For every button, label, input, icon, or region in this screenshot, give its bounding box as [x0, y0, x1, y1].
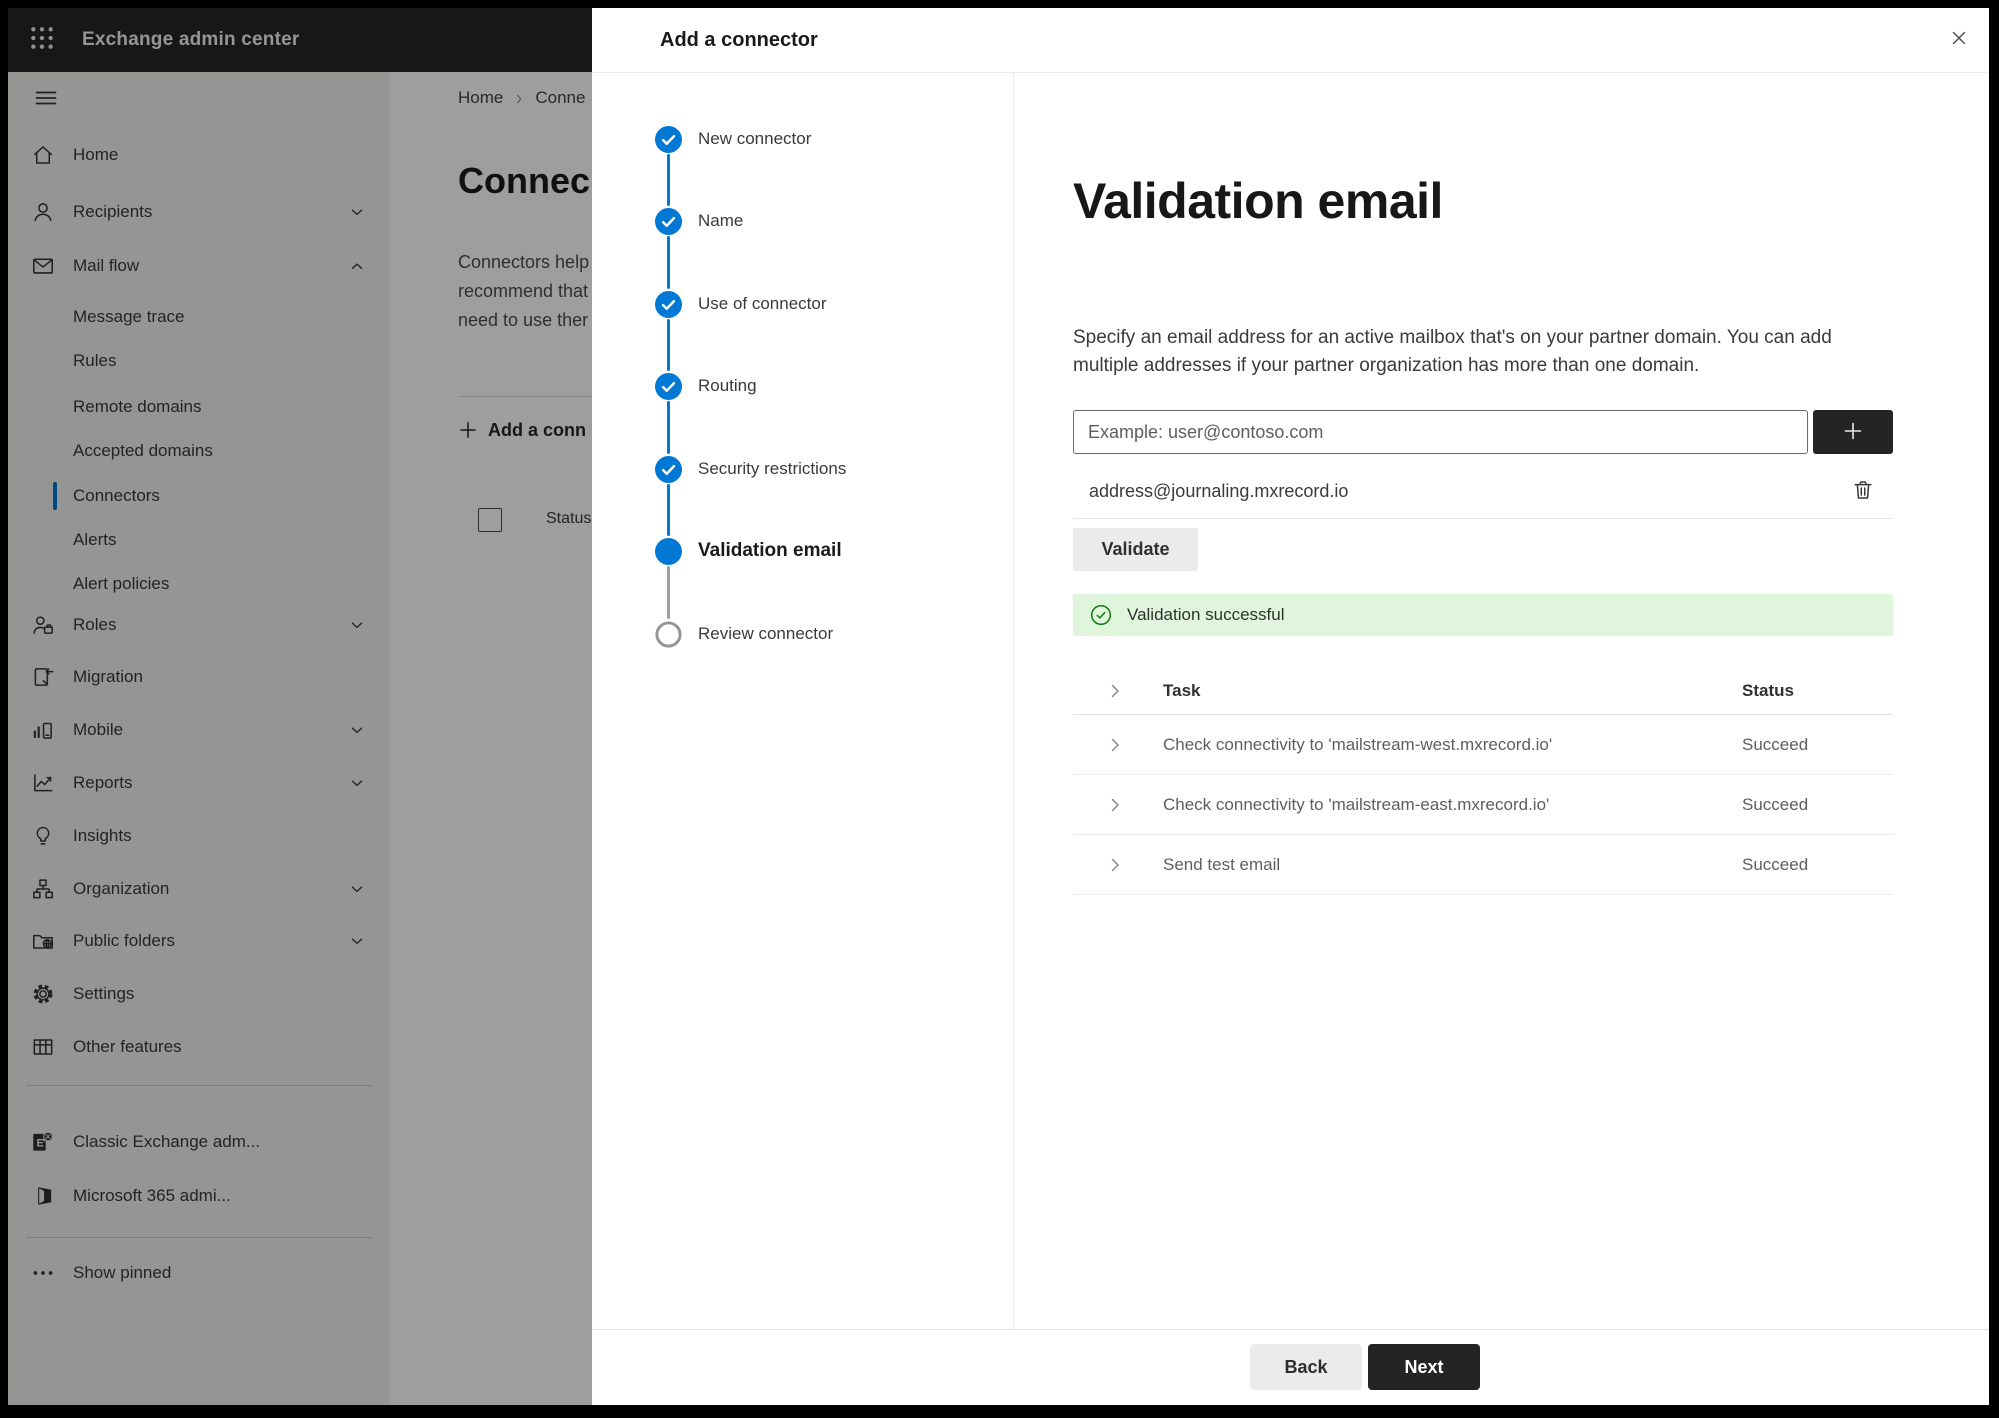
- close-button[interactable]: [1939, 20, 1979, 60]
- step-label: Review connector: [698, 624, 834, 643]
- table-row: Check connectivity to 'mailstream-east.m…: [1073, 775, 1893, 835]
- status-cell: Succeed: [1742, 794, 1809, 814]
- step-label: New connector: [698, 129, 812, 148]
- validate-button[interactable]: Validate: [1073, 528, 1198, 571]
- step-connector-line: [667, 401, 670, 454]
- task-cell: Send test email: [1163, 854, 1281, 874]
- close-icon: [1948, 27, 1970, 54]
- step-label: Use of connector: [698, 294, 827, 313]
- step-label: Validation email: [698, 540, 842, 561]
- status-cell: Succeed: [1742, 734, 1809, 754]
- table-row: Check connectivity to 'mailstream-west.m…: [1073, 715, 1893, 775]
- trash-icon: [1850, 477, 1876, 508]
- step-label: Security restrictions: [698, 459, 847, 478]
- validation-results-table: Task Status Check connectivity to 'mails…: [1073, 668, 1893, 895]
- chevron-right-icon[interactable]: [1103, 679, 1127, 703]
- step-label: Routing: [698, 376, 757, 395]
- step-check-icon: [655, 207, 682, 235]
- step-connector-line: [667, 484, 670, 536]
- dialog-header: Add a connector: [592, 8, 1989, 73]
- column-header-task: Task: [1163, 681, 1201, 700]
- task-cell: Check connectivity to 'mailstream-east.m…: [1163, 794, 1550, 814]
- step-connector-line: [667, 236, 670, 289]
- step-label: Name: [698, 211, 744, 230]
- table-row: Send test email Succeed: [1073, 835, 1893, 895]
- divider: [1073, 518, 1893, 519]
- task-cell: Check connectivity to 'mailstream-west.m…: [1163, 734, 1553, 754]
- chevron-right-icon[interactable]: [1103, 853, 1127, 877]
- wizard-steps: New connector Name Use of connector Rout…: [592, 72, 1014, 1330]
- chevron-right-icon[interactable]: [1103, 793, 1127, 817]
- status-cell: Succeed: [1742, 854, 1809, 874]
- dialog-content: Validation email Specify an email addres…: [1014, 72, 1989, 1330]
- step-check-icon: [655, 290, 682, 318]
- chevron-right-icon[interactable]: [1103, 733, 1127, 757]
- step-check-icon: [655, 455, 682, 483]
- banner-text: Validation successful: [1127, 605, 1285, 624]
- step-connector-line: [667, 154, 670, 206]
- screen: Exchange admin center Home Recipients Ma…: [8, 8, 1989, 1405]
- table-header-row: Task Status: [1073, 668, 1893, 715]
- step-check-icon: [655, 125, 682, 153]
- back-button[interactable]: Back: [1250, 1344, 1362, 1390]
- success-check-icon: [1089, 603, 1113, 627]
- dialog-footer: Back Next: [592, 1329, 1989, 1405]
- step-todo-icon: [655, 620, 682, 648]
- add-address-button[interactable]: [1813, 410, 1893, 454]
- step-current-icon: [655, 537, 682, 565]
- description-text: Specify an email address for an active m…: [1073, 327, 1832, 376]
- step-check-icon: [655, 372, 682, 400]
- address-value: address@journaling.mxrecord.io: [1089, 481, 1349, 501]
- page-heading: Validation email: [1073, 173, 1443, 229]
- next-button[interactable]: Next: [1368, 1344, 1480, 1390]
- add-connector-dialog: Add a connector New connector Name Use o…: [592, 8, 1989, 1405]
- validation-success-banner: Validation successful: [1073, 594, 1893, 636]
- dialog-title: Add a connector: [660, 28, 818, 51]
- email-address-input[interactable]: [1073, 410, 1808, 454]
- column-header-status: Status: [1742, 681, 1794, 700]
- plus-icon: [1841, 419, 1865, 446]
- step-connector-line: [667, 566, 670, 619]
- address-list-item: address@journaling.mxrecord.io: [1073, 470, 1893, 514]
- step-connector-line: [667, 319, 670, 371]
- delete-address-button[interactable]: [1849, 478, 1877, 506]
